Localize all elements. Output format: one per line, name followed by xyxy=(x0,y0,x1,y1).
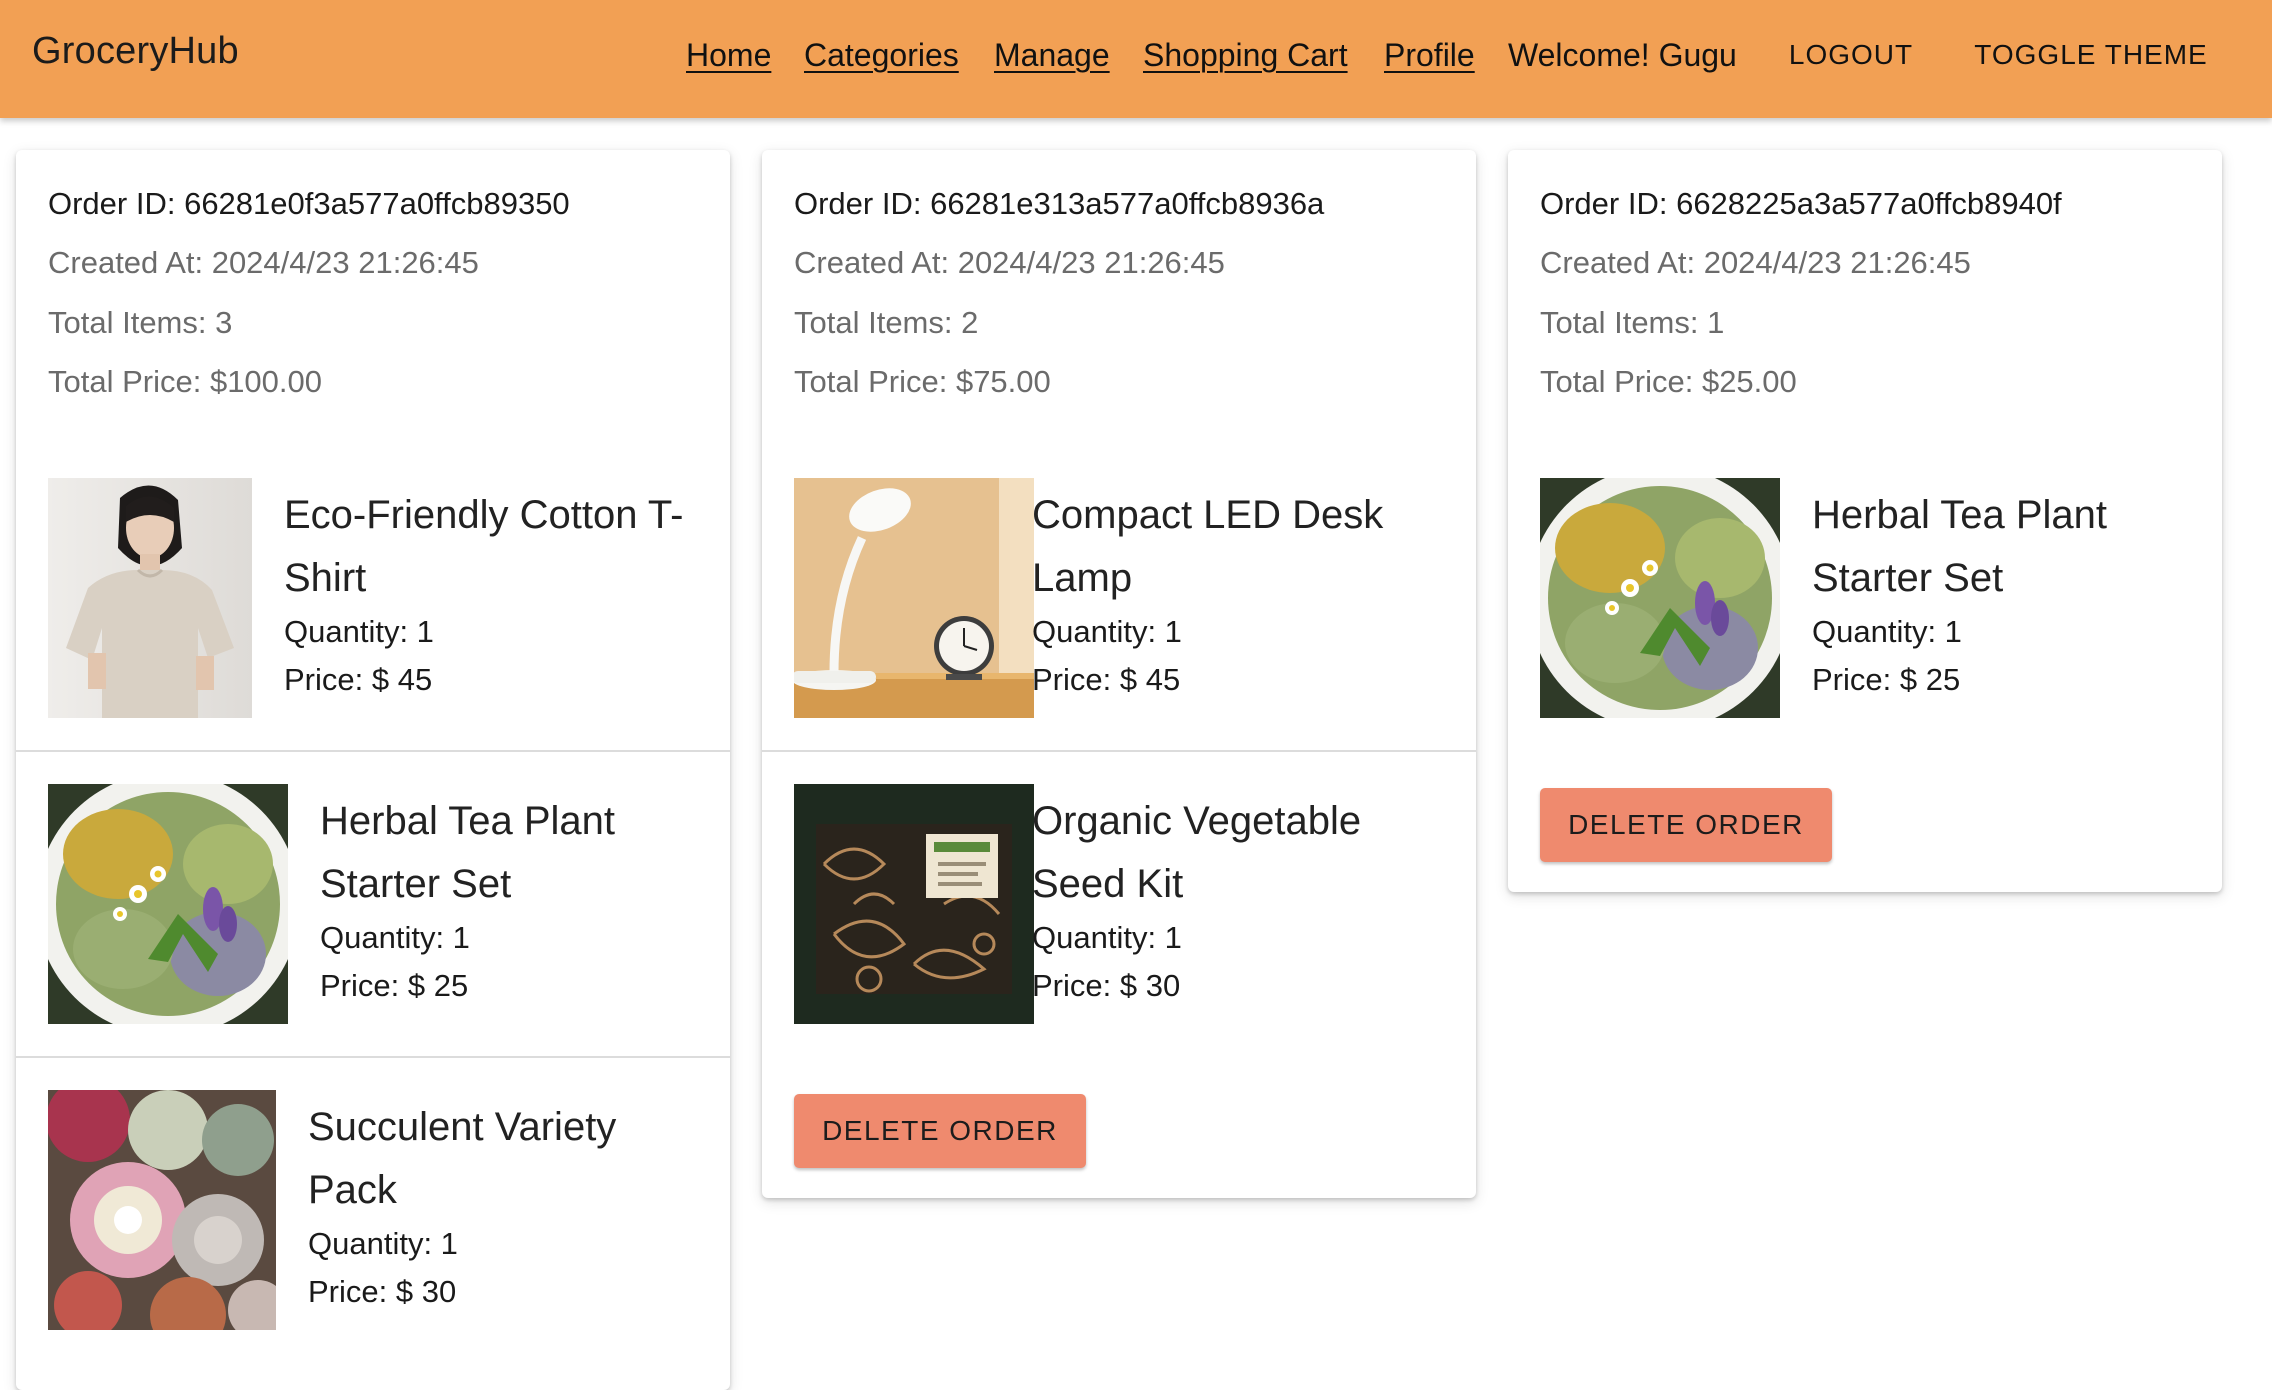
order-item: Herbal Tea Plant Starter Set Quantity: 1… xyxy=(1508,446,2222,752)
succulent-photo xyxy=(48,1090,276,1330)
herbal-tea-photo xyxy=(48,784,288,1024)
item-name: Succulent Variety Pack xyxy=(308,1105,617,1212)
order-id: Order ID: 6628225a3a577a0ffcb8940f xyxy=(1540,186,2062,221)
item-quantity: Quantity: 1 xyxy=(320,920,470,955)
order-id: Order ID: 66281e0f3a577a0ffcb89350 xyxy=(48,186,570,221)
item-price: Price: $ 45 xyxy=(284,662,433,697)
order-item: Organic Vegetable Seed Kit Quantity: 1 P… xyxy=(762,752,1476,1058)
item-price: Price: $ 25 xyxy=(320,968,469,1003)
order-total-price: Total Price: $100.00 xyxy=(48,364,323,399)
item-name: Organic Vegetable Seed Kit xyxy=(1032,799,1362,906)
seed-kit-photo xyxy=(794,784,1034,1024)
brand-logo[interactable]: GroceryHub xyxy=(32,30,239,73)
nav-home-link[interactable]: Home xyxy=(686,37,771,74)
delete-order-button[interactable]: DELETE ORDER xyxy=(794,1094,1086,1168)
toggle-theme-button[interactable]: TOGGLE THEME xyxy=(1960,30,2222,80)
herbal-tea-photo xyxy=(1540,478,1780,718)
order-item: Succulent Variety Pack Quantity: 1 Price… xyxy=(16,1058,730,1364)
order-total-price: Total Price: $25.00 xyxy=(1540,364,1797,399)
nav-manage-link[interactable]: Manage xyxy=(994,37,1110,74)
item-price: Price: $ 45 xyxy=(1032,662,1181,697)
item-quantity: Quantity: 1 xyxy=(1032,920,1182,955)
nav-shopping-cart-link[interactable]: Shopping Cart xyxy=(1143,37,1348,74)
nav-home[interactable]: Home xyxy=(686,32,771,78)
item-name: Compact LED Desk Lamp xyxy=(1032,493,1384,600)
delete-order-button[interactable]: DELETE ORDER xyxy=(1540,788,1832,862)
item-price: Price: $ 30 xyxy=(1032,968,1181,1003)
order-item: Compact LED Desk Lamp Quantity: 1 Price:… xyxy=(762,446,1476,752)
item-quantity: Quantity: 1 xyxy=(284,614,434,649)
tshirt-photo xyxy=(48,478,252,718)
nav-shopping-cart[interactable]: Shopping Cart xyxy=(1143,32,1348,78)
order-total-price: Total Price: $75.00 xyxy=(794,364,1051,399)
item-name: Herbal Tea Plant Starter Set xyxy=(1812,493,2107,600)
nav-profile[interactable]: Profile xyxy=(1384,32,1475,78)
nav-categories-link[interactable]: Categories xyxy=(804,37,959,74)
order-item: Herbal Tea Plant Starter Set Quantity: 1… xyxy=(16,752,730,1058)
order-card: Order ID: 6628225a3a577a0ffcb8940f Creat… xyxy=(1508,150,2222,892)
nav-categories[interactable]: Categories xyxy=(804,32,959,78)
logout-button[interactable]: LOGOUT xyxy=(1770,30,1932,80)
welcome-text: Welcome! Gugu xyxy=(1508,36,1737,73)
order-card: Order ID: 66281e313a577a0ffcb8936a Creat… xyxy=(762,150,1476,1198)
item-price: Price: $ 30 xyxy=(308,1274,457,1309)
desk-lamp-photo xyxy=(794,478,1034,718)
item-name: Herbal Tea Plant Starter Set xyxy=(320,799,615,906)
order-created-at: Created At: 2024/4/23 21:26:45 xyxy=(1540,245,1971,280)
order-card: Order ID: 66281e0f3a577a0ffcb89350 Creat… xyxy=(16,150,730,1390)
order-total-items: Total Items: 1 xyxy=(1540,305,1725,340)
order-total-items: Total Items: 2 xyxy=(794,305,979,340)
order-created-at: Created At: 2024/4/23 21:26:45 xyxy=(48,245,479,280)
nav-profile-link[interactable]: Profile xyxy=(1384,37,1475,74)
app-bar: GroceryHub Home Categories Manage Shoppi… xyxy=(0,0,2272,118)
order-item: Eco-Friendly Cotton T-Shirt Quantity: 1 … xyxy=(16,446,730,752)
item-price: Price: $ 25 xyxy=(1812,662,1961,697)
order-id: Order ID: 66281e313a577a0ffcb8936a xyxy=(794,186,1325,221)
item-quantity: Quantity: 1 xyxy=(1032,614,1182,649)
order-created-at: Created At: 2024/4/23 21:26:45 xyxy=(794,245,1225,280)
item-quantity: Quantity: 1 xyxy=(308,1226,458,1261)
item-name: Eco-Friendly Cotton T-Shirt xyxy=(284,493,684,600)
order-total-items: Total Items: 3 xyxy=(48,305,233,340)
item-quantity: Quantity: 1 xyxy=(1812,614,1962,649)
nav-manage[interactable]: Manage xyxy=(994,32,1110,78)
